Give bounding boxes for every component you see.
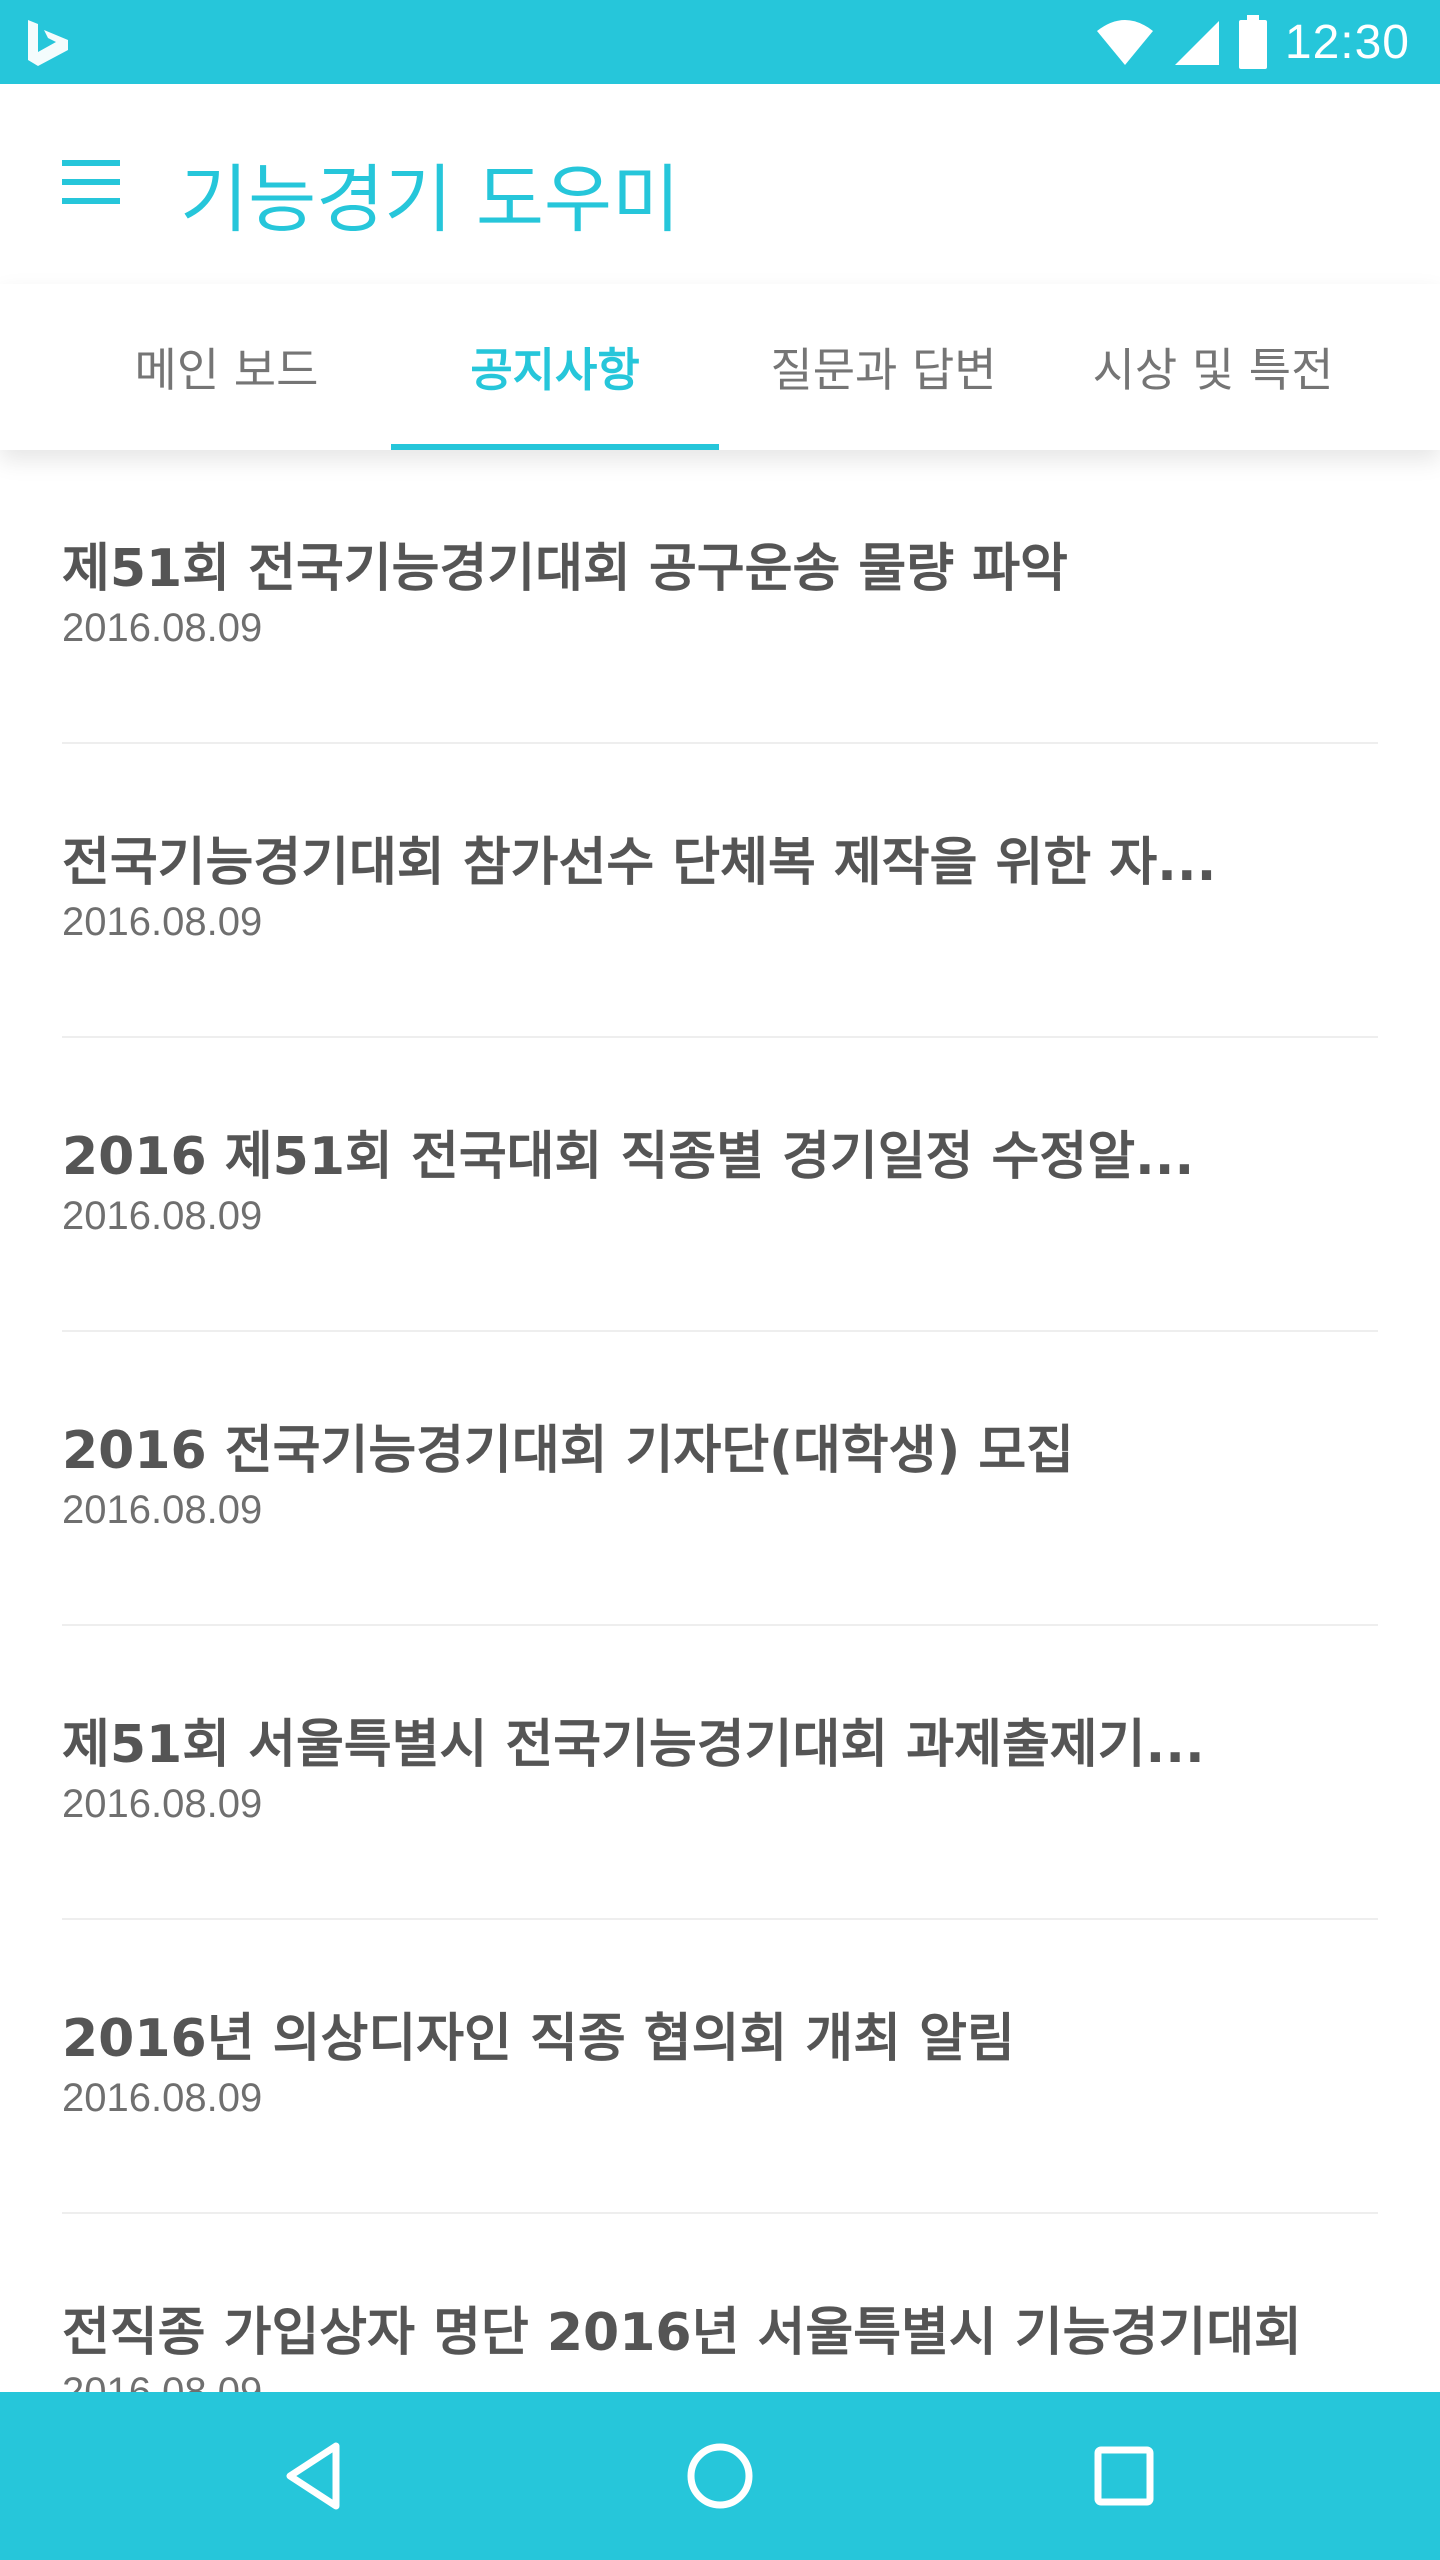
notice-title: 제51회 전국기능경기대회 공구운송 물량 파악 (62, 539, 1068, 599)
list-item[interactable]: 2016 제51회 전국대회 직종별 경기일정 수정알... 2016.08.0… (62, 1038, 1378, 1332)
tab-bar: 메인 보드 공지사항 질문과 답변 시상 및 특전 (0, 284, 1440, 450)
notice-date: 2016.08.09 (62, 1488, 263, 1532)
notice-list[interactable]: 제51회 전국기능경기대회 공구운송 물량 파악 2016.08.09 전국기능… (0, 450, 1440, 2392)
app-bar: 기능경기 도우미 (0, 84, 1440, 284)
tab-qna[interactable]: 질문과 답변 (719, 284, 1048, 450)
notice-date: 2016.08.09 (62, 1782, 263, 1826)
active-tab-indicator (391, 444, 719, 450)
hamburger-menu-icon[interactable] (62, 160, 120, 204)
tab-main-board[interactable]: 메인 보드 (62, 284, 391, 450)
recents-square-icon[interactable] (1082, 2434, 1166, 2518)
notice-date: 2016.08.09 (62, 606, 263, 650)
list-item[interactable]: 전직종 가입상자 명단 2016년 서울특별시 기능경기대회 2016.08.0… (62, 2214, 1378, 2392)
notice-title: 전직종 가입상자 명단 2016년 서울특별시 기능경기대회 (62, 2303, 1302, 2363)
notice-date: 2016.08.09 (62, 2370, 263, 2392)
notice-title: 제51회 서울특별시 전국기능경기대회 과제출제기... (62, 1715, 1205, 1775)
notice-title: 2016년 의상디자인 직종 협의회 개최 알림 (62, 2009, 1015, 2069)
system-nav-bar (0, 2392, 1440, 2560)
home-circle-icon[interactable] (678, 2434, 762, 2518)
back-triangle-icon[interactable] (274, 2434, 358, 2518)
status-time: 12:30 (1284, 15, 1410, 69)
bing-logo-icon (28, 20, 68, 66)
list-item[interactable]: 2016 전국기능경기대회 기자단(대학생) 모집 2016.08.09 (62, 1332, 1378, 1626)
notice-title: 전국기능경기대회 참가선수 단체복 제작을 위한 자... (62, 833, 1217, 893)
status-indicators: 12:30 (1095, 0, 1410, 84)
battery-icon (1238, 15, 1267, 69)
wifi-icon (1096, 20, 1153, 65)
list-item[interactable]: 전국기능경기대회 참가선수 단체복 제작을 위한 자... 2016.08.09 (62, 744, 1378, 1038)
list-item[interactable]: 제51회 전국기능경기대회 공구운송 물량 파악 2016.08.09 (62, 450, 1378, 744)
tab-notices[interactable]: 공지사항 (391, 284, 719, 450)
notice-date: 2016.08.09 (62, 2076, 263, 2120)
notice-date: 2016.08.09 (62, 900, 263, 944)
status-bar: 12:30 (0, 0, 1440, 84)
notice-date: 2016.08.09 (62, 1194, 263, 1238)
tab-awards[interactable]: 시상 및 특전 (1048, 284, 1378, 450)
list-item[interactable]: 제51회 서울특별시 전국기능경기대회 과제출제기... 2016.08.09 (62, 1626, 1378, 1920)
app-title: 기능경기 도우미 (180, 157, 681, 243)
notice-title: 2016 전국기능경기대회 기자단(대학생) 모집 (62, 1421, 1075, 1481)
notice-title: 2016 제51회 전국대회 직종별 경기일정 수정알... (62, 1127, 1195, 1187)
list-item[interactable]: 2016년 의상디자인 직종 협의회 개최 알림 2016.08.09 (62, 1920, 1378, 2214)
cell-signal-icon (1174, 21, 1219, 65)
